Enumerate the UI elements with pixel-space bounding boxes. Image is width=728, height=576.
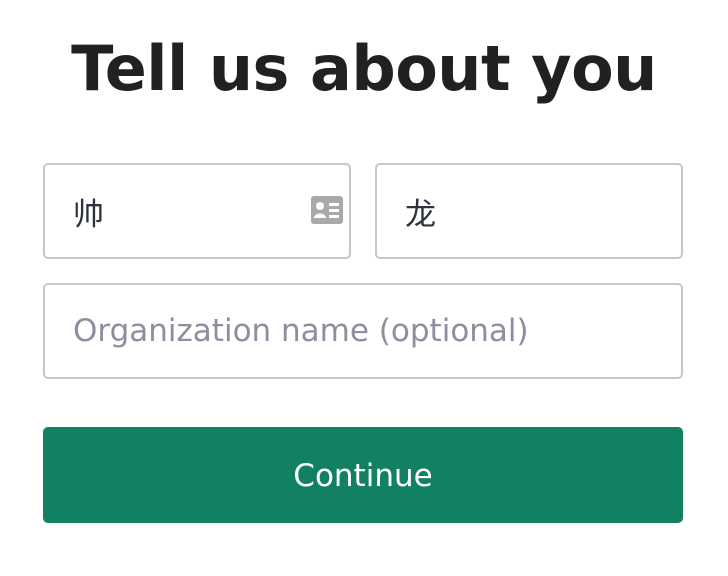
first-name-field[interactable] [43,163,351,259]
contact-card-icon[interactable] [311,196,343,224]
last-name-input[interactable] [405,165,655,257]
page-title: Tell us about you [71,32,657,105]
continue-button[interactable]: Continue [43,427,683,523]
last-name-field[interactable] [375,163,683,259]
first-name-input[interactable] [73,165,293,257]
organization-field[interactable] [43,283,683,379]
organization-input[interactable] [73,285,653,377]
